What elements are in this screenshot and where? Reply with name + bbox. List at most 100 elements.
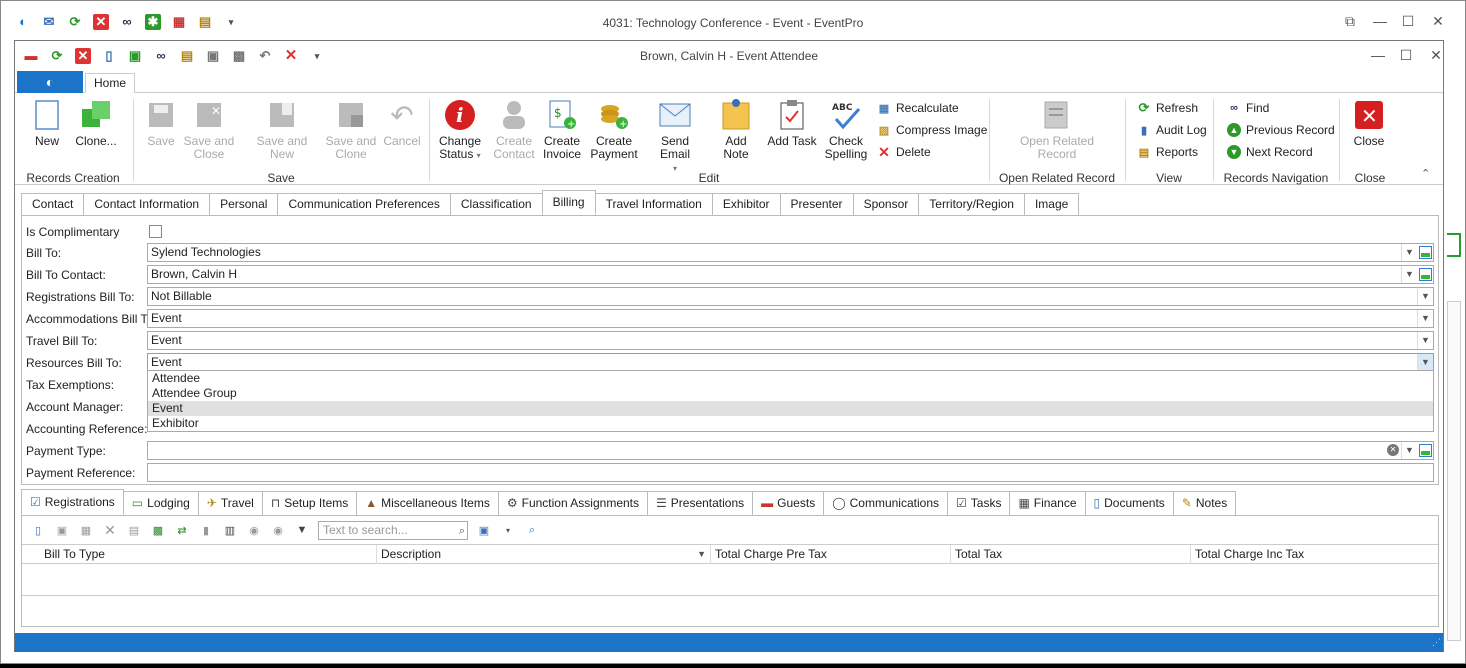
grid-search-input[interactable]: Text to search... ⌕ xyxy=(318,520,468,540)
reports-button[interactable]: ▤ Reports xyxy=(1137,143,1198,161)
tab-territory-region[interactable]: Territory/Region xyxy=(918,193,1025,215)
find-button[interactable]: ∞ Find xyxy=(1227,99,1269,117)
inner-close-button[interactable]: ✕ xyxy=(1421,47,1451,64)
dropdown-option-event[interactable]: Event xyxy=(148,401,1433,416)
find-in-grid-icon[interactable]: ⌕ xyxy=(524,522,540,538)
check-spelling-button[interactable]: ABC Check Spelling xyxy=(823,99,869,161)
tab-lodging[interactable]: ▭ Lodging xyxy=(122,491,199,515)
dropdown-option-attendee-group[interactable]: Attendee Group xyxy=(148,386,1433,401)
tab-exhibitor[interactable]: Exhibitor xyxy=(711,193,781,215)
application-menu-button[interactable]: ◐ xyxy=(17,71,83,93)
tab-guests[interactable]: ▬ Guests xyxy=(752,491,825,515)
chevron-down-icon[interactable]: ▼ xyxy=(1417,354,1433,371)
tab-personal[interactable]: Personal xyxy=(209,193,279,215)
tab-miscellaneous-items[interactable]: ▲ Miscellaneous Items xyxy=(356,491,499,515)
delete-icon[interactable]: ✕ xyxy=(102,522,118,538)
tab-documents[interactable]: ▯ Documents xyxy=(1084,491,1174,515)
chevron-down-icon[interactable]: ▼ xyxy=(1417,332,1433,349)
tab-presentations[interactable]: ☰ Presentations xyxy=(647,491,754,515)
column-total-charge-pre-tax[interactable]: Total Charge Pre Tax xyxy=(711,545,951,564)
chevron-down-icon[interactable]: ▾ xyxy=(500,522,516,538)
chevron-down-icon[interactable]: ▼ xyxy=(1401,266,1417,283)
dropdown-option-exhibitor[interactable]: Exhibitor xyxy=(148,416,1433,431)
tab-function-assignments[interactable]: ⚙ Function Assignments xyxy=(497,491,649,515)
edit-grid-icon[interactable]: ▦ xyxy=(78,522,94,538)
tab-finance[interactable]: ▦ Finance xyxy=(1009,491,1086,515)
column-chooser-icon[interactable]: ▩ xyxy=(150,522,166,538)
delete-button[interactable]: ✕ Delete xyxy=(877,143,931,161)
create-invoice-button[interactable]: $ + Create Invoice xyxy=(541,99,583,161)
chevron-down-icon[interactable]: ▼ xyxy=(1401,244,1417,261)
accommodations-bill-to-select[interactable]: Event ▼ xyxy=(147,309,1434,328)
compress-image-button[interactable]: ▨ Compress Image xyxy=(877,121,988,139)
tab-notes[interactable]: ✎ Notes xyxy=(1172,491,1237,515)
tab-classification[interactable]: Classification xyxy=(449,193,543,215)
next-record-button[interactable]: ▼ Next Record xyxy=(1227,143,1313,161)
clone-button[interactable]: Clone... xyxy=(73,99,119,148)
tab-contact-information[interactable]: Contact Information xyxy=(83,193,211,215)
chevron-down-icon[interactable]: ▼ xyxy=(1401,442,1417,459)
tab-image[interactable]: Image xyxy=(1023,193,1080,215)
open-related-record-button[interactable]: Open Related Record xyxy=(1015,99,1099,161)
lookup-grid-icon[interactable] xyxy=(1417,244,1433,261)
tab-registrations[interactable]: ☑ Registrations xyxy=(21,489,124,515)
travel-bill-to-select[interactable]: Event ▼ xyxy=(147,331,1434,350)
resize-grip-icon[interactable]: ⋰ xyxy=(1432,637,1441,648)
move-down-icon[interactable]: ◉ xyxy=(270,522,286,538)
print-icon[interactable]: ▮ xyxy=(198,522,214,538)
save-and-close-button[interactable]: ✕ Save and Close xyxy=(183,99,235,161)
add-task-button[interactable]: Add Task xyxy=(767,99,817,148)
refresh-button[interactable]: ⟳ Refresh xyxy=(1137,99,1198,117)
outer-minimize-button[interactable]: — xyxy=(1365,13,1395,29)
new-record-icon[interactable]: ▯ xyxy=(30,522,46,538)
chevron-down-icon[interactable]: ▼ xyxy=(1417,310,1433,327)
inner-minimize-button[interactable]: — xyxy=(1363,47,1393,63)
is-complimentary-checkbox[interactable] xyxy=(149,225,162,238)
outer-maximize-button[interactable]: ☐ xyxy=(1393,13,1423,30)
clear-icon[interactable]: ✕ xyxy=(1387,444,1399,456)
column-description[interactable]: Description ▼ xyxy=(377,545,711,564)
recalculate-button[interactable]: ▦ Recalculate xyxy=(877,99,959,117)
inner-maximize-button[interactable]: ☐ xyxy=(1391,47,1421,64)
save-layout-icon[interactable]: ▣ xyxy=(476,522,492,538)
previous-record-button[interactable]: ▲ Previous Record xyxy=(1227,121,1335,139)
payment-reference-input[interactable] xyxy=(147,463,1434,482)
new-button[interactable]: New xyxy=(29,99,65,148)
copy-icon[interactable]: ▤ xyxy=(126,522,142,538)
save-and-new-button[interactable]: Save and New xyxy=(245,99,319,161)
change-status-button[interactable]: i Change Status ▾ xyxy=(437,99,483,162)
dropdown-option-attendee[interactable]: Attendee xyxy=(148,371,1433,386)
move-up-icon[interactable]: ◉ xyxy=(246,522,262,538)
tab-communications[interactable]: ◯ Communications xyxy=(823,491,948,515)
create-payment-button[interactable]: + Create Payment xyxy=(589,99,639,161)
clone-icon[interactable]: ▣ xyxy=(54,522,70,538)
outer-restore-icon[interactable]: ⧉ xyxy=(1335,13,1365,30)
lookup-grid-icon[interactable] xyxy=(1417,442,1433,459)
bill-to-contact-combobox[interactable]: Brown, Calvin H ▼ xyxy=(147,265,1434,284)
column-total-charge-inc-tax[interactable]: Total Charge Inc Tax xyxy=(1191,545,1437,564)
registrations-bill-to-select[interactable]: Not Billable ▼ xyxy=(147,287,1434,306)
save-button[interactable]: Save xyxy=(143,99,179,148)
send-email-button[interactable]: Send Email ▾ xyxy=(645,99,705,175)
bill-to-combobox[interactable]: Sylend Technologies ▼ xyxy=(147,243,1434,262)
filter-icon[interactable]: ▼ xyxy=(294,522,310,538)
search-icon[interactable]: ⌕ xyxy=(459,523,465,540)
tab-communication-preferences[interactable]: Communication Preferences xyxy=(277,193,451,215)
audit-log-button[interactable]: ▮ Audit Log xyxy=(1137,121,1207,139)
add-note-button[interactable]: Add Note xyxy=(711,99,761,161)
column-bill-to-type[interactable]: Bill To Type xyxy=(40,545,377,564)
outer-close-button[interactable]: ✕ xyxy=(1423,13,1453,30)
tab-home[interactable]: Home xyxy=(85,73,135,94)
column-total-tax[interactable]: Total Tax xyxy=(951,545,1191,564)
cancel-button[interactable]: ↶ Cancel xyxy=(383,99,421,148)
layout-icon[interactable]: ▥ xyxy=(222,522,238,538)
tab-sponsor[interactable]: Sponsor xyxy=(852,193,920,215)
tab-setup-items[interactable]: ⊓ Setup Items xyxy=(261,491,358,515)
tab-travel-information[interactable]: Travel Information xyxy=(594,193,713,215)
create-contact-button[interactable]: Create Contact xyxy=(491,99,537,161)
tab-presenter[interactable]: Presenter xyxy=(779,193,854,215)
collapse-ribbon-icon[interactable]: ⌃ xyxy=(1421,167,1430,180)
tab-travel[interactable]: ✈ Travel xyxy=(197,491,263,515)
tab-tasks[interactable]: ☑ Tasks xyxy=(947,491,1011,515)
tab-billing[interactable]: Billing xyxy=(541,190,596,214)
